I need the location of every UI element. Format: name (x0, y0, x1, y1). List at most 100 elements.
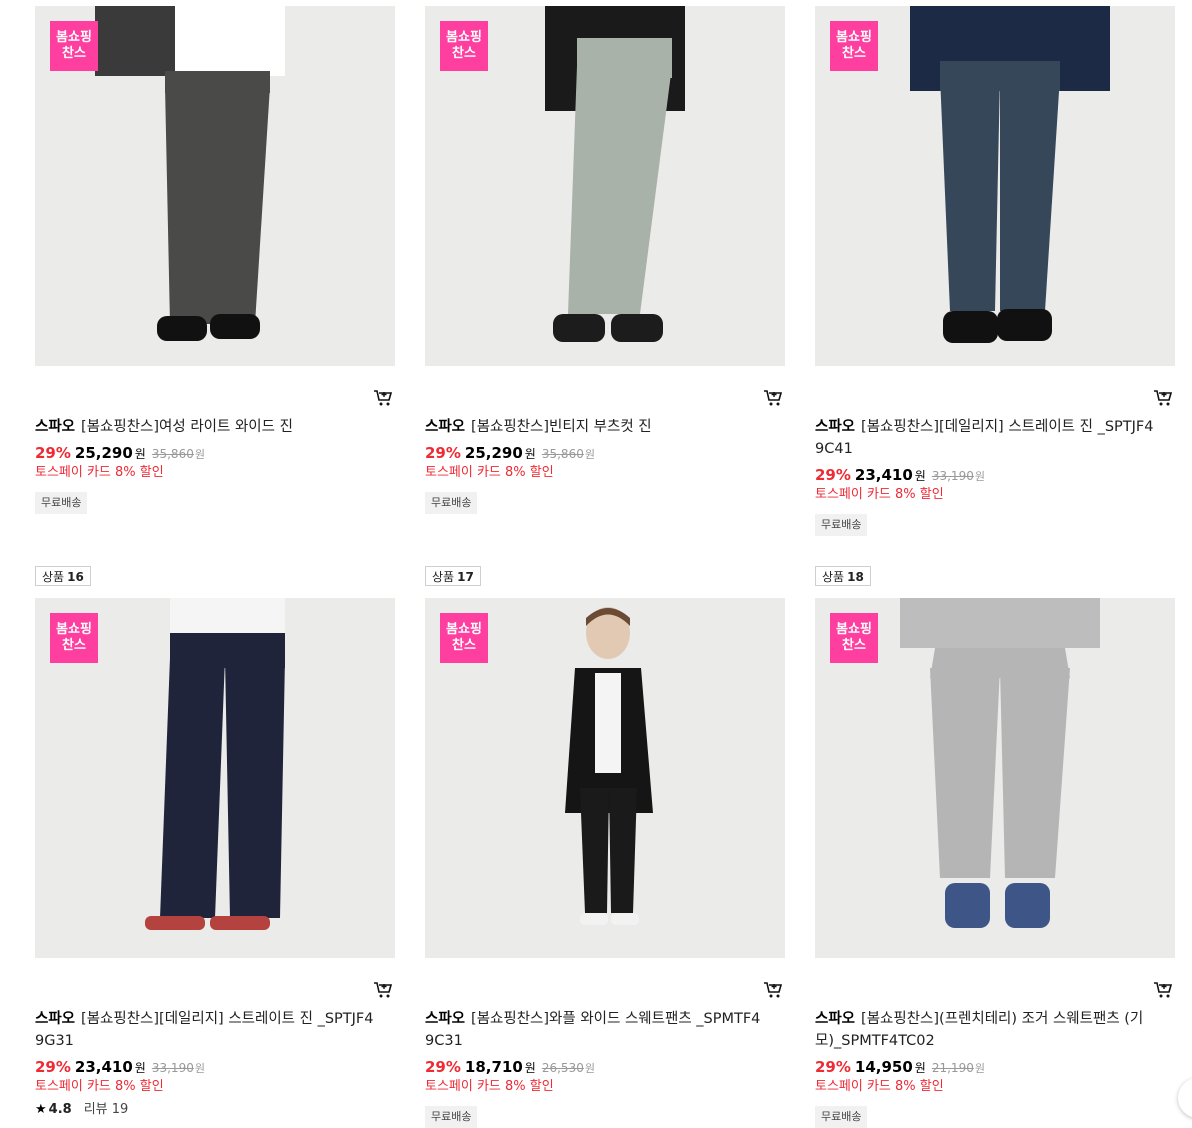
price-box: 29% 23,410 원 33,190원 토스페이 카드 8% 할인 무료배송 (815, 464, 1175, 536)
rank-label: 상품 16 (35, 566, 91, 586)
product-title[interactable]: 스파오 [봄쇼핑찬스]빈티지 부츠컷 진 (425, 416, 765, 438)
promo-badge: 봄쇼핑 찬스 (50, 613, 98, 663)
cart-icon[interactable] (373, 388, 393, 408)
discount-rate: 29% (815, 1058, 851, 1076)
product-card[interactable]: 상품 18 봄쇼핑 찬스 스파오 [봄쇼핑찬스](프렌치테리) 조거 스웨트팬츠 (… (815, 566, 1175, 1128)
product-name: [봄쇼핑찬스]여성 라이트 와이드 진 (81, 419, 293, 435)
discount-rate: 29% (425, 1058, 461, 1076)
sale-price: 25,290 (464, 444, 523, 462)
original-price: 33,190 (931, 469, 974, 483)
free-shipping-tag: 무료배송 (815, 514, 868, 536)
product-title[interactable]: 스파오 [봄쇼핑찬스][데일리지] 스트레이트 진 _SPTJF49C41 (815, 416, 1155, 460)
product-image[interactable]: 봄쇼핑 찬스 (815, 6, 1175, 366)
sale-price: 14,950 (854, 1058, 913, 1076)
brand-name: 스파오 (815, 419, 856, 435)
free-shipping-tag: 무료배송 (815, 1106, 868, 1128)
product-image[interactable]: 봄쇼핑 찬스 (35, 6, 395, 366)
promo-badge: 봄쇼핑 찬스 (830, 613, 878, 663)
brand-name: 스파오 (35, 1011, 76, 1027)
currency-label: 원 (584, 448, 595, 461)
review-count: 리뷰 19 (83, 1102, 129, 1117)
original-price: 35,860 (151, 447, 194, 461)
product-image[interactable]: 봄쇼핑 찬스 (425, 6, 785, 366)
product-image[interactable]: 봄쇼핑 찬스 (35, 598, 395, 958)
currency-label: 원 (524, 447, 536, 461)
star-icon: ★ (35, 1102, 47, 1117)
rank-prefix: 상품 (822, 570, 845, 584)
brand-name: 스파오 (425, 419, 466, 435)
original-price: 35,860 (541, 447, 584, 461)
discount-rate: 29% (35, 444, 71, 462)
brand-name: 스파오 (425, 1011, 466, 1027)
product-name: [봄쇼핑찬스]빈티지 부츠컷 진 (471, 419, 652, 435)
product-card[interactable]: 봄쇼핑 찬스 스파오 [봄쇼핑찬스]여성 라이트 와이드 진 29% 25,290 원… (35, 6, 395, 514)
rank-label: 상품 18 (815, 566, 871, 586)
product-name: [봄쇼핑찬스](프렌치테리) 조거 스웨트팬츠 (기모)_SPMTF4TC02 (815, 1011, 1144, 1049)
sale-price: 23,410 (854, 466, 913, 484)
rank-prefix: 상품 (42, 570, 65, 584)
rank-number: 16 (67, 570, 84, 584)
cart-icon[interactable] (1153, 388, 1173, 408)
product-title[interactable]: 스파오 [봄쇼핑찬스]여성 라이트 와이드 진 (35, 416, 375, 438)
discount-rate: 29% (35, 1058, 71, 1076)
sale-price: 18,710 (464, 1058, 523, 1076)
currency-label: 원 (134, 1061, 146, 1075)
scroll-top-button[interactable] (1178, 1078, 1192, 1118)
discount-rate: 29% (425, 444, 461, 462)
product-name: [봄쇼핑찬스][데일리지] 스트레이트 진 _SPTJF49G31 (35, 1011, 374, 1049)
product-card[interactable]: 봄쇼핑 찬스 스파오 [봄쇼핑찬스][데일리지] 스트레이트 진 _SPTJF49… (815, 6, 1175, 536)
cart-icon[interactable] (373, 980, 393, 1000)
currency-label: 원 (584, 1062, 595, 1075)
original-price: 26,530 (541, 1061, 584, 1075)
product-card[interactable]: 상품 16 봄쇼핑 찬스 스파오 [봄쇼핑찬스][데일리지] 스트레이트 진 _SP… (35, 566, 395, 1117)
product-title[interactable]: 스파오 [봄쇼핑찬스]와플 와이드 스웨트팬츠 _SPMTF49C31 (425, 1008, 765, 1052)
product-image[interactable]: 봄쇼핑 찬스 (815, 598, 1175, 958)
promo-badge: 봄쇼핑 찬스 (50, 21, 98, 71)
rank-number: 17 (457, 570, 474, 584)
price-box: 29% 25,290 원 35,860원 토스페이 카드 8% 할인 무료배송 (425, 442, 785, 514)
price-box: 29% 25,290 원 35,860원 토스페이 카드 8% 할인 무료배송 (35, 442, 395, 514)
rank-number: 18 (847, 570, 864, 584)
discount-rate: 29% (815, 466, 851, 484)
card-benefit: 토스페이 카드 8% 할인 (425, 465, 554, 480)
original-price: 33,190 (151, 1061, 194, 1075)
rank-prefix: 상품 (432, 570, 455, 584)
brand-name: 스파오 (35, 419, 76, 435)
currency-label: 원 (134, 447, 146, 461)
promo-badge: 봄쇼핑 찬스 (440, 613, 488, 663)
card-benefit: 토스페이 카드 8% 할인 (815, 1079, 944, 1094)
product-name: [봄쇼핑찬스]와플 와이드 스웨트팬츠 _SPMTF49C31 (425, 1011, 761, 1049)
promo-badge: 봄쇼핑 찬스 (440, 21, 488, 71)
price-box: 29% 23,410 원 33,190원 토스페이 카드 8% 할인 ★ 4.8 리뷰 1… (35, 1056, 395, 1120)
product-card[interactable]: 상품 17 봄쇼핑 찬스 스파오 [봄쇼핑찬스]와플 와이드 스웨트팬츠 _SPMT… (425, 566, 785, 1128)
card-benefit: 토스페이 카드 8% 할인 (35, 1079, 164, 1094)
card-benefit: 토스페이 카드 8% 할인 (815, 487, 944, 502)
free-shipping-tag: 무료배송 (35, 492, 88, 514)
product-title[interactable]: 스파오 [봄쇼핑찬스][데일리지] 스트레이트 진 _SPTJF49G31 (35, 1008, 375, 1052)
free-shipping-tag: 무료배송 (425, 492, 478, 514)
product-card[interactable]: 봄쇼핑 찬스 스파오 [봄쇼핑찬스]빈티지 부츠컷 진 29% 25,290 원 35,… (425, 6, 785, 514)
currency-label: 원 (974, 470, 985, 483)
card-benefit: 토스페이 카드 8% 할인 (425, 1079, 554, 1094)
product-title[interactable]: 스파오 [봄쇼핑찬스](프렌치테리) 조거 스웨트팬츠 (기모)_SPMTF4TC… (815, 1008, 1155, 1052)
product-image[interactable]: 봄쇼핑 찬스 (425, 598, 785, 958)
currency-label: 원 (194, 1062, 205, 1075)
rank-label: 상품 17 (425, 566, 481, 586)
promo-badge: 봄쇼핑 찬스 (830, 21, 878, 71)
currency-label: 원 (974, 1062, 985, 1075)
rating-score: 4.8 (48, 1102, 72, 1117)
cart-icon[interactable] (763, 388, 783, 408)
currency-label: 원 (194, 448, 205, 461)
currency-label: 원 (524, 1061, 536, 1075)
sale-price: 25,290 (74, 444, 133, 462)
price-box: 29% 18,710 원 26,530원 토스페이 카드 8% 할인 무료배송 (425, 1056, 785, 1128)
currency-label: 원 (914, 1061, 926, 1075)
currency-label: 원 (914, 469, 926, 483)
original-price: 21,190 (931, 1061, 974, 1075)
cart-icon[interactable] (1153, 980, 1173, 1000)
cart-icon[interactable] (763, 980, 783, 1000)
product-name: [봄쇼핑찬스][데일리지] 스트레이트 진 _SPTJF49C41 (815, 419, 1154, 457)
card-benefit: 토스페이 카드 8% 할인 (35, 465, 164, 480)
rating-row: ★ 4.8 리뷰 19 (35, 1100, 395, 1120)
free-shipping-tag: 무료배송 (425, 1106, 478, 1128)
